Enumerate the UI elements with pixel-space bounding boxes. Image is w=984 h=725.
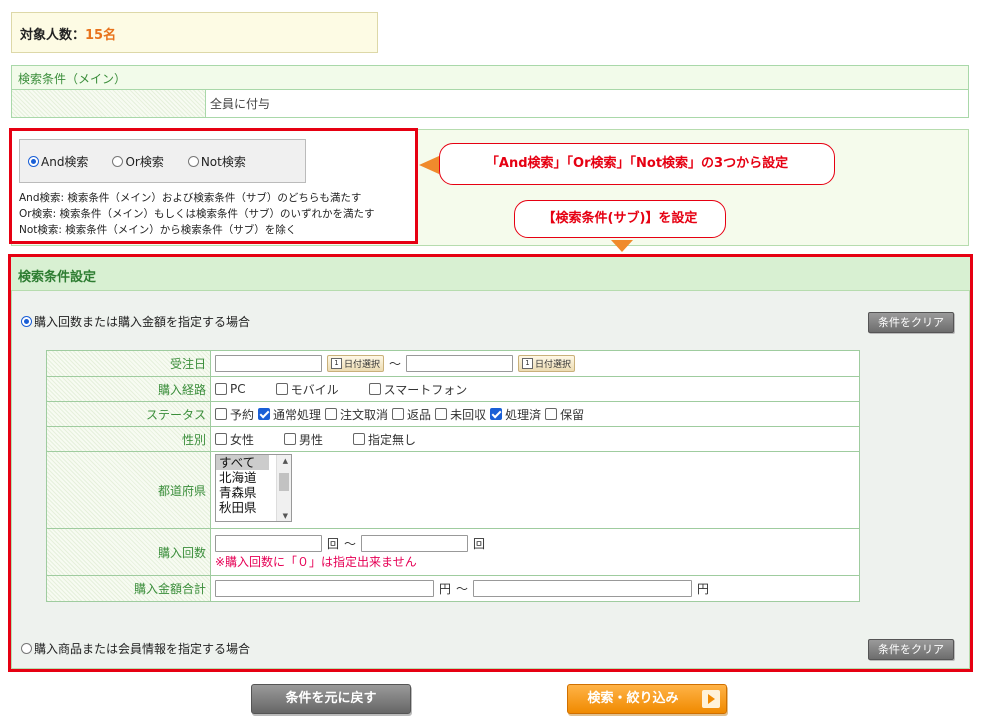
unit-times: 回 [327, 536, 340, 551]
radio-section1-icon[interactable] [21, 316, 32, 327]
label-gender: 性別 [47, 427, 211, 451]
label-status: ステータス [47, 402, 211, 426]
clear-conditions-button-1[interactable]: 条件をクリア [868, 312, 954, 333]
logic-radio-group: And検索 Or検索 Not検索 [19, 139, 306, 183]
checkbox-return[interactable]: 返品 [392, 406, 431, 423]
checkbox-hold[interactable]: 保留 [545, 406, 584, 423]
clear-conditions-button-2[interactable]: 条件をクリア [868, 639, 954, 660]
row-gender: 性別 女性 男性 指定無し [47, 427, 859, 452]
condition-table: 受注日 1 日付選択 ～ 1 日付選択 購入経路 PC モバイル スマートフォン ス… [46, 350, 860, 602]
checkbox-mobile[interactable]: モバイル [275, 381, 339, 398]
checkbox-uncollected[interactable]: 未回収 [435, 406, 486, 423]
radio-not-search[interactable]: Not検索 [187, 153, 246, 170]
main-conditions-table: 検索条件（メイン） 全員に付与 [11, 65, 969, 118]
row-prefecture: 都道府県 すべて 北海道 青森県 秋田県 ▲ ▼ [47, 452, 859, 529]
checkbox-normal[interactable]: 通常処理 [258, 406, 321, 423]
tilde: ～ [389, 357, 402, 371]
checkbox-cancel[interactable]: 注文取消 [325, 406, 388, 423]
label-purchase-total: 購入金額合計 [47, 576, 211, 601]
order-date-from-input[interactable] [215, 355, 322, 372]
row-purchase-count: 購入回数 回 ～ 回 ※購入回数に「０」は指定出来ません [47, 529, 859, 576]
radio-and-search[interactable]: And検索 [28, 153, 88, 170]
radio-and-icon[interactable] [28, 155, 39, 167]
order-date-to-input[interactable] [406, 355, 514, 372]
logic-desc-not: Not検索: 検索条件（メイン）から検索条件（サブ）を除く [19, 224, 297, 236]
main-conditions-label-cell [12, 90, 206, 117]
radio-section-product-member[interactable]: 購入商品または会員情報を指定する場合 [21, 640, 250, 657]
target-count-label: 対象人数： [20, 28, 86, 43]
purchase-count-from-input[interactable] [215, 534, 322, 552]
search-filter-button[interactable]: 検索・絞り込み [567, 684, 727, 714]
callout-arrow-down-icon [611, 240, 633, 252]
radio-section-purchase-count[interactable]: 購入回数または購入金額を指定する場合 [21, 313, 250, 330]
callout-arrow-left-icon [419, 156, 439, 174]
play-arrow-icon [702, 690, 720, 708]
radio-not-icon[interactable] [187, 155, 199, 167]
row-status: ステータス 予約 通常処理 注文取消 返品 未回収 処理済 保留 [47, 402, 859, 427]
row-order-date: 受注日 1 日付選択 ～ 1 日付選択 [47, 351, 859, 377]
main-conditions-value: 全員に付与 [210, 97, 271, 111]
radio-or-icon[interactable] [112, 155, 124, 167]
label-purchase-count: 購入回数 [47, 529, 211, 575]
checkbox-female[interactable]: 女性 [215, 431, 254, 448]
checkbox-pc[interactable]: PC [215, 382, 246, 396]
checkbox-male[interactable]: 男性 [284, 431, 323, 448]
scroll-up-icon[interactable]: ▲ [283, 457, 288, 465]
label-order-date: 受注日 [47, 351, 211, 376]
calendar-icon: 1 [331, 358, 342, 369]
date-picker-button-from[interactable]: 1 日付選択 [327, 355, 385, 372]
logic-desc-and: And検索: 検索条件（メイン）および検索条件（サブ）のどちらも満たす [19, 192, 362, 204]
reset-conditions-button[interactable]: 条件を元に戻す [251, 684, 411, 714]
callout-logic-note: 「And検索」「Or検索」「Not検索」の3つから設定 [439, 143, 835, 185]
row-channel: 購入経路 PC モバイル スマートフォン [47, 377, 859, 402]
purchase-total-to-input[interactable] [473, 580, 693, 597]
label-prefecture: 都道府県 [47, 452, 211, 528]
radio-section2-icon[interactable] [21, 643, 32, 654]
checkbox-reserve[interactable]: 予約 [215, 406, 254, 423]
listbox-scroll-thumb[interactable] [279, 473, 289, 491]
unit-times: 回 [473, 536, 486, 551]
tilde: ～ [456, 582, 469, 596]
logic-desc-or: Or検索: 検索条件（メイン）もしくは検索条件（サブ）のいずれかを満たす [19, 208, 375, 220]
checkbox-unspecified[interactable]: 指定無し [353, 431, 416, 448]
label-channel: 購入経路 [47, 377, 211, 401]
target-count-box: 対象人数：15名 [11, 12, 378, 53]
target-count-value: 15名 [85, 28, 117, 43]
purchase-count-to-input[interactable] [361, 534, 469, 552]
calendar-icon: 1 [522, 358, 534, 369]
radio-or-search[interactable]: Or検索 [112, 153, 164, 170]
purchase-count-note: ※購入回数に「０」は指定出来ません [215, 554, 417, 569]
scroll-down-icon[interactable]: ▼ [283, 512, 288, 520]
checkbox-smartphone[interactable]: スマートフォン [368, 381, 467, 398]
row-purchase-total: 購入金額合計 円 ～ 円 [47, 576, 859, 601]
prefecture-listbox[interactable]: すべて 北海道 青森県 秋田県 ▲ ▼ [215, 454, 292, 522]
tilde: ～ [344, 536, 357, 551]
unit-yen: 円 [439, 582, 452, 596]
unit-yen: 円 [697, 582, 710, 596]
list-item[interactable]: すべて [216, 455, 269, 470]
callout-sub-note: 【検索条件(サブ)】を設定 [514, 200, 726, 238]
purchase-total-from-input[interactable] [215, 580, 434, 597]
date-picker-button-to[interactable]: 1 日付選択 [518, 355, 576, 372]
checkbox-processed[interactable]: 処理済 [490, 406, 541, 423]
main-conditions-title: 検索条件（メイン） [12, 66, 968, 90]
